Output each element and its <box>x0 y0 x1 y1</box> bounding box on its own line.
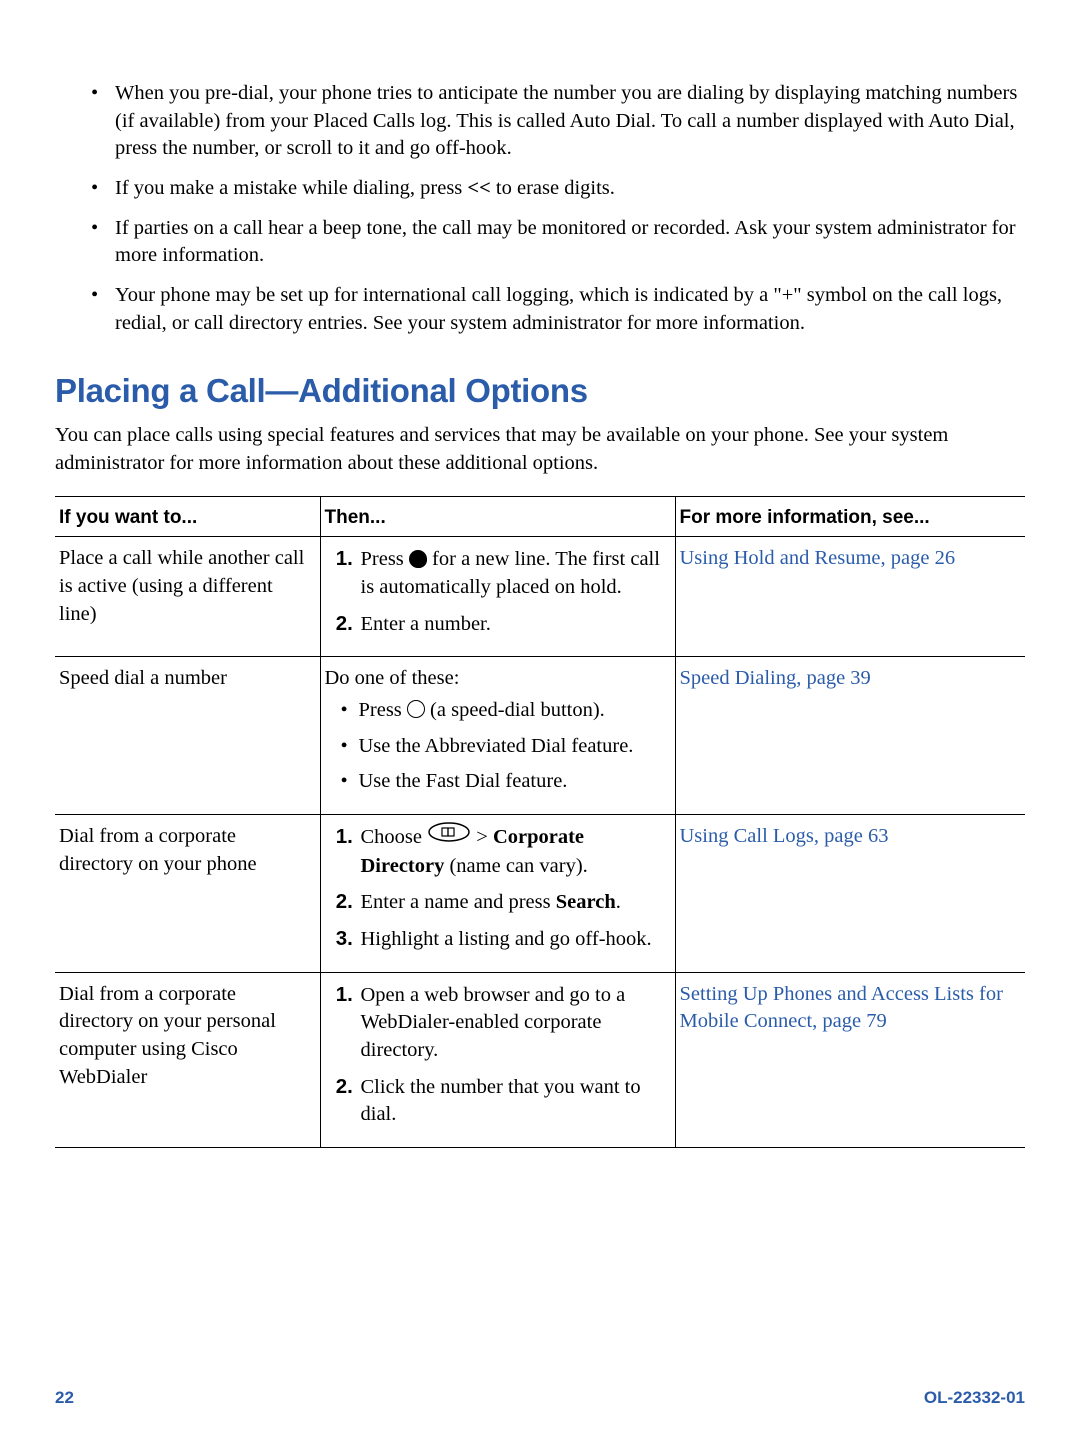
then-cell: Press for a new line. The first call is … <box>320 537 675 657</box>
xref-link[interactable]: Speed Dialing, page 39 <box>680 667 871 689</box>
step-text: Enter a name and press <box>361 891 556 913</box>
table-row: Dial from a corporate directory on your … <box>55 972 1025 1147</box>
line-button-icon <box>409 550 427 568</box>
info-cell: Setting Up Phones and Access Lists for M… <box>675 972 1025 1147</box>
step-text: (name can vary). <box>444 855 587 877</box>
top-bullet-list: When you pre-dial, your phone tries to a… <box>55 80 1025 337</box>
step: Enter a name and press Search. <box>359 888 667 917</box>
step: Highlight a listing and go off-hook. <box>359 925 667 954</box>
erase-key: << <box>467 177 490 199</box>
sub-text: (a speed-dial button). <box>425 699 605 721</box>
step-bold: Search <box>556 891 616 913</box>
then-cell: Open a web browser and go to a WebDialer… <box>320 972 675 1147</box>
doc-id: OL-22332-01 <box>924 1388 1025 1408</box>
page-number: 22 <box>55 1388 74 1408</box>
list-item: Your phone may be set up for internation… <box>115 282 1025 337</box>
table-row: Place a call while another call is activ… <box>55 537 1025 657</box>
step-text: Press <box>361 548 409 570</box>
step: Press for a new line. The first call is … <box>359 545 667 601</box>
want-cell: Dial from a corporate directory on your … <box>55 815 320 973</box>
directories-button-icon <box>427 822 471 851</box>
col-header-want: If you want to... <box>55 496 320 537</box>
sub-item: Use the Fast Dial feature. <box>359 768 667 796</box>
bullet-text: If you make a mistake while dialing, pre… <box>115 177 467 199</box>
step: Click the number that you want to dial. <box>359 1073 667 1129</box>
info-cell: Using Hold and Resume, page 26 <box>675 537 1025 657</box>
lead-text: Do one of these: <box>325 665 667 693</box>
want-cell: Dial from a corporate directory on your … <box>55 972 320 1147</box>
intro-paragraph: You can place calls using special featur… <box>55 422 1025 477</box>
then-cell: Choose > Corporate Directory (name can v… <box>320 815 675 973</box>
procedure-table: If you want to... Then... For more infor… <box>55 496 1025 1148</box>
list-item: When you pre-dial, your phone tries to a… <box>115 80 1025 163</box>
xref-link[interactable]: Using Call Logs, page 63 <box>680 825 889 847</box>
step-text: Choose <box>361 826 428 848</box>
step-text: . <box>616 891 621 913</box>
table-row: Dial from a corporate directory on your … <box>55 815 1025 973</box>
step: Open a web browser and go to a WebDialer… <box>359 981 667 1065</box>
table-row: Speed dial a number Do one of these: Pre… <box>55 657 1025 815</box>
bullet-text: to erase digits. <box>491 177 615 199</box>
sub-item: Press (a speed-dial button). <box>359 697 667 725</box>
col-header-then: Then... <box>320 496 675 537</box>
sub-item: Use the Abbreviated Dial feature. <box>359 733 667 761</box>
step: Enter a number. <box>359 610 667 639</box>
xref-link[interactable]: Setting Up Phones and Access Lists for M… <box>680 983 1003 1033</box>
col-header-info: For more information, see... <box>675 496 1025 537</box>
list-item: If you make a mistake while dialing, pre… <box>115 175 1025 203</box>
list-item: If parties on a call hear a beep tone, t… <box>115 215 1025 270</box>
step: Choose > Corporate Directory (name can v… <box>359 823 667 880</box>
step-text: > <box>471 826 493 848</box>
want-cell: Place a call while another call is activ… <box>55 537 320 657</box>
then-cell: Do one of these: Press (a speed-dial but… <box>320 657 675 815</box>
info-cell: Using Call Logs, page 63 <box>675 815 1025 973</box>
xref-link[interactable]: Using Hold and Resume, page 26 <box>680 547 956 569</box>
sub-text: Press <box>359 699 407 721</box>
info-cell: Speed Dialing, page 39 <box>675 657 1025 815</box>
page-footer: 22 OL-22332-01 <box>0 1388 1080 1448</box>
speed-dial-button-icon <box>407 700 425 718</box>
section-heading: Placing a Call—Additional Options <box>55 372 1025 410</box>
want-cell: Speed dial a number <box>55 657 320 815</box>
